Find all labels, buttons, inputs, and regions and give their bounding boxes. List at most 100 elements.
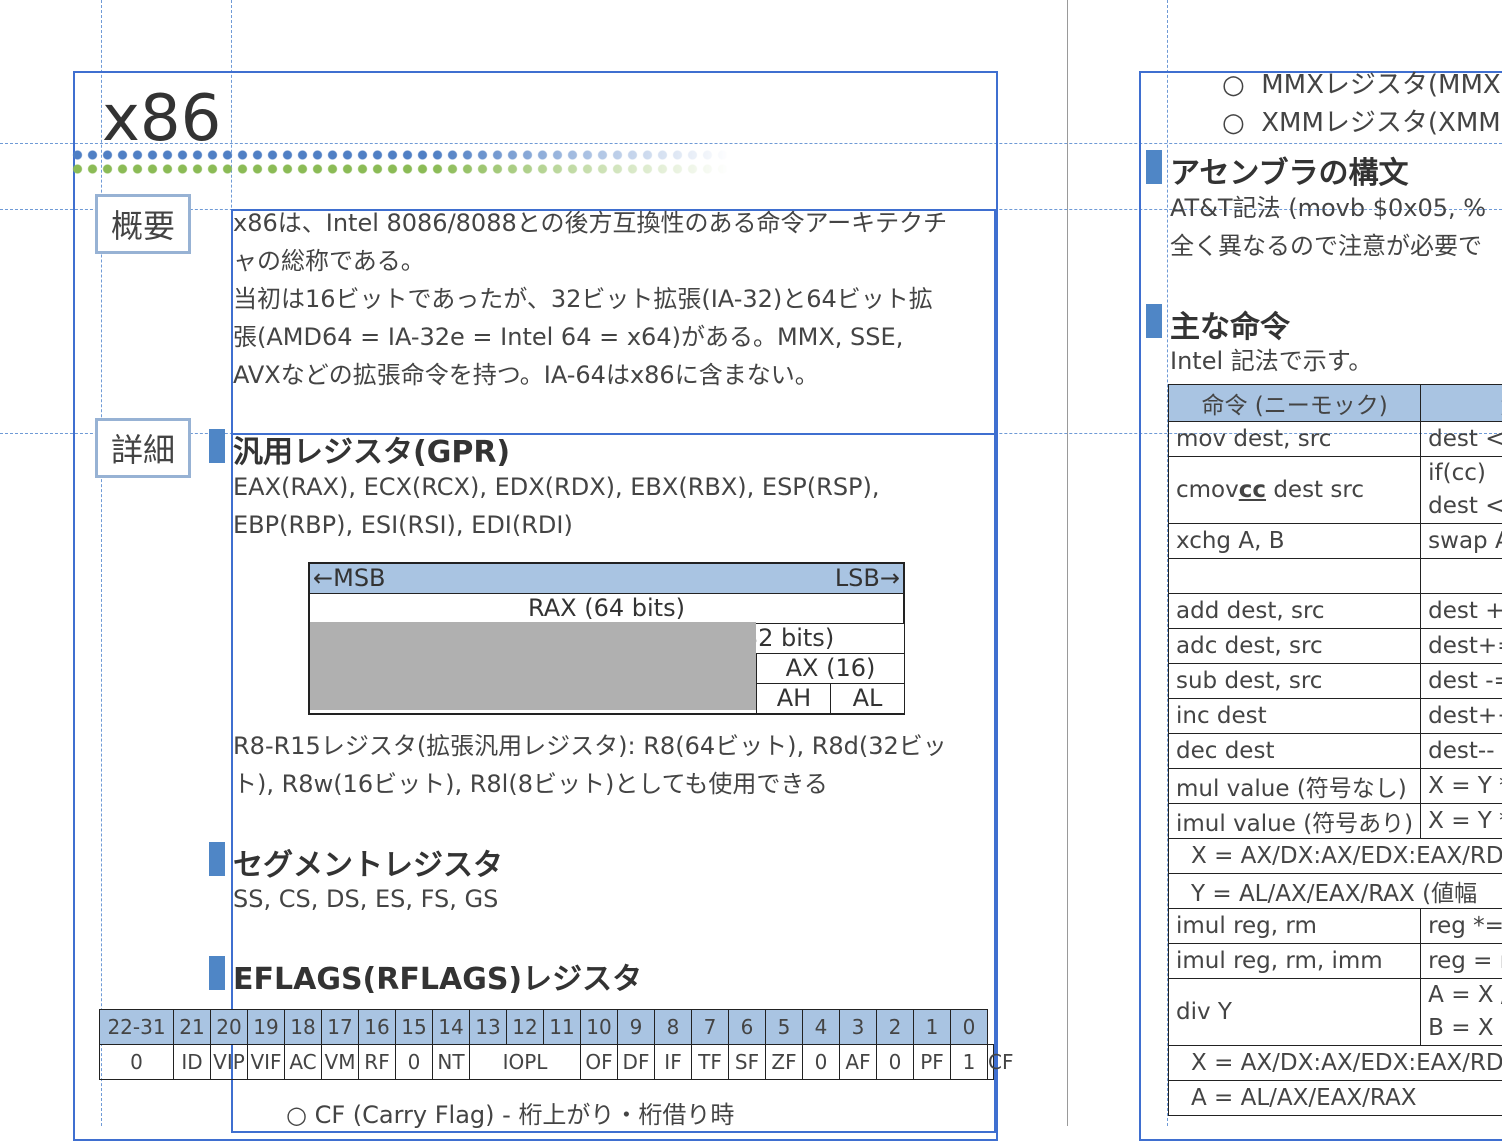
flag-cell: NT [433, 1045, 470, 1080]
table-row: inc destdest++ [1169, 699, 1502, 734]
table-cell: Y = AL/AX/EAX/RAX (値幅 [1169, 874, 1502, 909]
heading-marker [209, 956, 225, 990]
table-cell: mov dest, src [1169, 422, 1421, 457]
table-cell: add dest, src [1169, 594, 1421, 629]
heading-marker [209, 429, 225, 463]
ax-cell: AX (16) [756, 654, 904, 683]
flag-cell: SF [729, 1045, 766, 1080]
table-cell: swap A [1421, 524, 1502, 559]
table-cell: imul reg, rm [1169, 909, 1421, 944]
flag-list-item: ○ CF (Carry Flag) - 桁上がり・桁借り時 [286, 1096, 734, 1134]
flag-cell: PF [914, 1045, 951, 1080]
flag-list-text: CF (Carry Flag) - 桁上がり・桁借り時 [315, 1101, 735, 1129]
syntax-heading: アセンブラの構文 [1170, 148, 1409, 192]
flag-cell: VIP [211, 1045, 248, 1080]
title-decoration-green [70, 163, 730, 175]
bit-cell: 11 [544, 1010, 581, 1045]
bit-cell: 3 [840, 1010, 877, 1045]
segment-text: SS, CS, DS, ES, FS, GS [233, 880, 498, 918]
rax-row: RAX (64 bits) [310, 593, 903, 623]
table-cell: mul value (符号なし) [1169, 769, 1421, 804]
table-row: sub dest, srcdest -= [1169, 664, 1502, 699]
table-cell: X = AX/DX:AX/EDX:EAX/RD [1169, 839, 1502, 874]
syntax-heading-text: アセンブラの構文 [1170, 156, 1409, 191]
table-cell: xchg A, B [1169, 524, 1421, 559]
table-cell: dest+= [1421, 629, 1502, 664]
bit-cell: 8 [655, 1010, 692, 1045]
table-row: dec destdest-- [1169, 734, 1502, 769]
flag-cell: 0 [803, 1045, 840, 1080]
table-row: X = AX/DX:AX/EDX:EAX/RD [1169, 839, 1502, 874]
table-cell: reg *= r [1421, 909, 1502, 944]
bit-cell: 2 [877, 1010, 914, 1045]
list-item: ○ XMMレジスタ(XMM0 [1222, 104, 1502, 142]
rax-cell: RAX (64 bits) [310, 594, 903, 623]
table-cell: X = AX/DX:AX/EDX:EAX/RD [1169, 1046, 1502, 1081]
table-row: cmovcc dest srcif(cc) dest < [1169, 457, 1502, 524]
pane-separator[interactable] [1067, 0, 1068, 1126]
flag-cell: DF [618, 1045, 655, 1080]
bit-cell: 22-31 [100, 1010, 174, 1045]
overview-line: AVXなどの拡張命令を持つ。IA-64はx86に含まない。 [233, 356, 947, 394]
flag-cell: OF [581, 1045, 618, 1080]
flag-cell: IOPL [470, 1045, 581, 1080]
bit-cell: 14 [433, 1010, 470, 1045]
flag-cell: VM [322, 1045, 359, 1080]
table-row: imul reg, rmreg *= r [1169, 909, 1502, 944]
r8-line: R8-R15レジスタ(拡張汎用レジスタ): R8(64ビット), R8d(32ビ… [233, 727, 947, 765]
table-cell: cmovcc dest src [1169, 457, 1421, 524]
bit-cell: 20 [211, 1010, 248, 1045]
instructions-heading: 主な命令 [1170, 302, 1290, 346]
table-cell: div Y [1169, 979, 1421, 1046]
table-row: div YA = X / B = X % [1169, 979, 1502, 1046]
table-cell: X = Y * [1421, 769, 1502, 804]
table-cell: inc dest [1169, 699, 1421, 734]
gpr-line: EBP(RBP), ESI(RSI), EDI(RDI) [233, 506, 880, 544]
overview-line: 当初は16ビットであったが、32ビット拡張(IA-32)と64ビット拡 [233, 280, 947, 318]
instructions-heading-text: 主な命令 [1170, 310, 1290, 345]
flag-cell: TF [692, 1045, 729, 1080]
bullet-circle-icon: ○ [1222, 108, 1261, 138]
instructions-note: Intel 記法で示す。 [1170, 342, 1372, 380]
bit-cell: 6 [729, 1010, 766, 1045]
table-row: add dest, srcdest += [1169, 594, 1502, 629]
ah-cell: AH [756, 684, 831, 713]
flag-cell: AC [285, 1045, 322, 1080]
segment-heading: セグメントレジスタ [233, 840, 503, 884]
overview-line: x86は、Intel 8086/8088との後方互換性のある命令アーキテクチ [233, 204, 947, 242]
table-header-cell: 命令 (ニーモック) [1169, 385, 1421, 422]
flag-cell: AF [840, 1045, 877, 1080]
register-header-row: ←MSB LSB→ [310, 564, 903, 593]
eflags-table: 22-31 21 20 19 18 17 16 15 14 13 12 11 1… [99, 1009, 994, 1080]
syntax-line: AT&T記法 (movb $0x05, % [1170, 189, 1486, 227]
flag-cell: VIF [248, 1045, 285, 1080]
bit-cell: 4 [803, 1010, 840, 1045]
table-row: xchg A, Bswap A [1169, 524, 1502, 559]
heading-marker [1146, 304, 1162, 338]
table-row: imul reg, rm, immreg = r [1169, 944, 1502, 979]
register-list: ○ MMXレジスタ(MMX0 ○ XMMレジスタ(XMM0 [1222, 66, 1502, 142]
flag-cell: 0 [396, 1045, 433, 1080]
table-cell: X = Y * [1421, 804, 1502, 839]
table-cell: reg = r [1421, 944, 1502, 979]
eflags-heading-text: EFLAGS(RFLAGS)レジスタ [233, 962, 642, 997]
flag-cell: ID [174, 1045, 211, 1080]
table-row: Y = AL/AX/EAX/RAX (値幅 [1169, 874, 1502, 909]
table-cell: if(cc) dest < [1421, 457, 1502, 524]
syntax-line: 全く異なるので注意が必要で [1170, 227, 1486, 265]
bullet-circle-icon: ○ [1222, 70, 1261, 100]
table-cell: dest -= [1421, 664, 1502, 699]
table-cell: A = AL/AX/EAX/RAX [1169, 1081, 1502, 1116]
overview-line: ャの総称である。 [233, 242, 947, 280]
table-cell [1169, 559, 1421, 594]
overview-label: 概要 [95, 194, 191, 254]
table-cell: dec dest [1169, 734, 1421, 769]
overview-line: 張(AMD64 = IA-32e = Intel 64 = x64)がある。MM… [233, 318, 947, 356]
bullet-circle-icon: ○ [286, 1101, 315, 1129]
table-cell: dest += [1421, 594, 1502, 629]
al-cell: AL [830, 684, 904, 713]
table-row: mul value (符号なし)X = Y * [1169, 769, 1502, 804]
msb-label: ←MSB [313, 564, 386, 593]
list-item: ○ MMXレジスタ(MMX0 [1222, 66, 1502, 104]
bit-cell: 15 [396, 1010, 433, 1045]
